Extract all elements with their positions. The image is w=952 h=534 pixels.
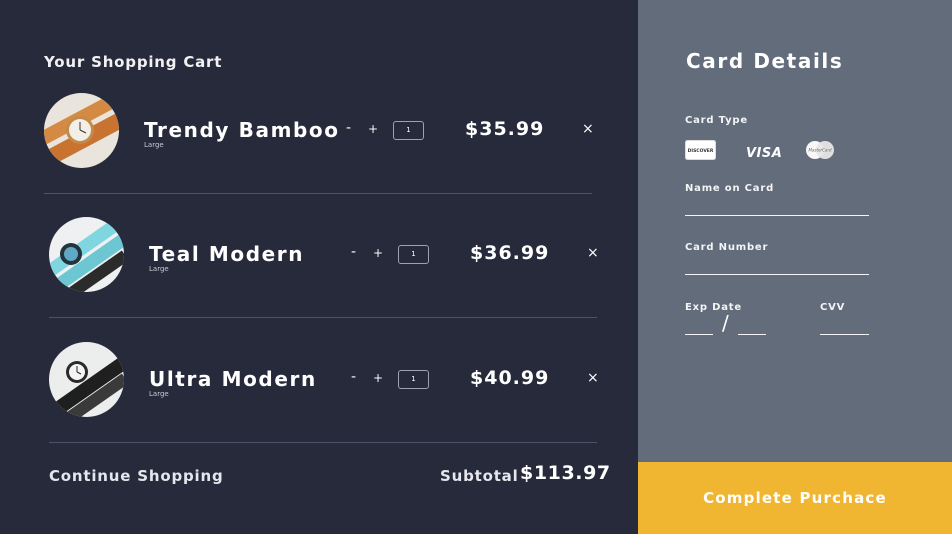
decrease-quantity-button[interactable]: - <box>351 244 356 260</box>
cart-item: Trendy Bamboo Large - + 1 $35.99 × <box>44 93 604 218</box>
item-name: Trendy Bamboo <box>144 118 340 142</box>
close-icon[interactable]: × <box>582 121 594 137</box>
decrease-quantity-button[interactable]: - <box>346 120 351 136</box>
item-divider <box>44 193 592 194</box>
card-number-label: Card Number <box>685 242 769 253</box>
decrease-quantity-button[interactable]: - <box>351 369 356 385</box>
subtotal-label: Subtotal <box>440 467 519 485</box>
increase-quantity-button[interactable]: + <box>368 122 378 136</box>
item-price: $36.99 <box>470 242 550 264</box>
item-name: Teal Modern <box>149 242 305 266</box>
quantity-input[interactable]: 1 <box>398 245 429 264</box>
card-details-title: Card Details <box>686 49 844 73</box>
exp-year-input[interactable] <box>738 334 766 335</box>
cart-title: Your Shopping Cart <box>44 53 223 71</box>
item-size: Large <box>149 390 169 398</box>
quantity-input[interactable]: 1 <box>393 121 424 140</box>
card-type-options: DISCOVER VISA MasterCard <box>685 140 845 162</box>
exp-month-input[interactable] <box>685 334 713 335</box>
complete-purchase-button[interactable]: Complete Purchace <box>638 462 952 534</box>
discover-card-option[interactable]: DISCOVER <box>685 140 716 164</box>
exp-date-separator: / <box>722 311 729 335</box>
cvv-input[interactable] <box>820 334 869 335</box>
card-type-label: Card Type <box>685 115 748 126</box>
item-size: Large <box>149 265 169 273</box>
card-details-panel: Card Details Card Type DISCOVER VISA Mas… <box>638 0 952 462</box>
close-icon[interactable]: × <box>587 245 599 261</box>
exp-date-label: Exp Date <box>685 302 742 313</box>
item-divider <box>49 317 597 318</box>
continue-shopping-link[interactable]: Continue Shopping <box>49 467 223 485</box>
discover-logo-text: DISCOVER <box>688 148 714 154</box>
ultra-watch-image <box>49 342 124 417</box>
increase-quantity-button[interactable]: + <box>373 371 383 385</box>
cart-item: Ultra Modern Large - + 1 $40.99 × <box>49 342 609 467</box>
quantity-input[interactable]: 1 <box>398 370 429 389</box>
item-price: $35.99 <box>465 118 545 140</box>
increase-quantity-button[interactable]: + <box>373 246 383 260</box>
name-on-card-input[interactable] <box>685 215 869 216</box>
name-on-card-label: Name on Card <box>685 183 775 194</box>
visa-card-option[interactable]: VISA <box>746 142 782 161</box>
cart-item: Teal Modern Large - + 1 $36.99 × <box>49 217 609 342</box>
item-price: $40.99 <box>470 367 550 389</box>
cvv-label: CVV <box>820 302 846 313</box>
card-number-input[interactable] <box>685 274 869 275</box>
item-size: Large <box>144 141 164 149</box>
shopping-cart-panel: Your Shopping Cart Trendy Bamboo Large -… <box>0 0 638 534</box>
close-icon[interactable]: × <box>587 370 599 386</box>
subtotal-value: $113.97 <box>520 462 611 484</box>
mastercard-logo-text: MasterCard <box>808 148 832 153</box>
teal-watch-image <box>49 217 124 292</box>
item-name: Ultra Modern <box>149 367 317 391</box>
visa-logo-text: VISA <box>746 146 783 161</box>
bamboo-watch-image <box>44 93 119 168</box>
mastercard-card-option[interactable]: MasterCard <box>804 140 836 164</box>
item-divider <box>49 442 597 443</box>
